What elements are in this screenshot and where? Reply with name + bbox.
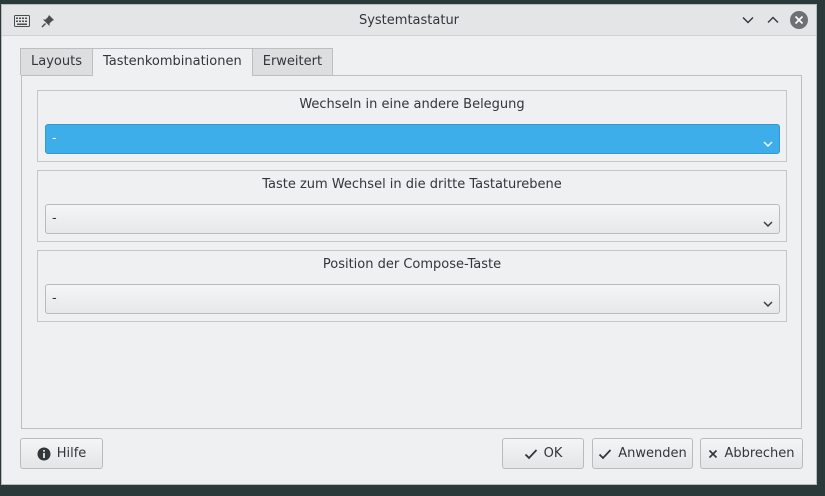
chevron-down-icon [762,293,774,307]
third-level-combobox[interactable]: - [45,204,780,234]
titlebar-right-controls [740,11,808,29]
group-title: Wechseln in eine andere Belegung [299,97,525,112]
titlebar[interactable]: Systemtastatur [2,5,816,36]
tab-shortcuts[interactable]: Tastenkombinationen [91,48,253,76]
maximize-icon[interactable] [765,12,781,28]
group-third-level: Taste zum Wechsel in die dritte Tastatur… [37,170,787,242]
minimize-icon[interactable] [740,12,756,28]
tab-layouts[interactable]: Layouts [20,48,93,75]
tab-panel: Wechseln in eine andere Belegung - Taste… [21,75,802,429]
close-icon[interactable] [790,11,808,29]
group-title: Taste zum Wechsel in die dritte Tastatur… [262,177,562,192]
cancel-label: Abbrechen [724,446,795,461]
cancel-button[interactable]: Abbrechen [700,438,803,469]
info-icon [37,447,51,461]
tab-advanced[interactable]: Erweitert [251,48,334,75]
tab-bar: Layouts Tastenkombinationen Erweitert [20,48,334,76]
check-icon [524,448,538,460]
group-title: Position der Compose-Taste [322,257,502,272]
window-title: Systemtastatur [358,13,460,28]
combobox-value: - [52,211,57,226]
dialog-window: Systemtastatur Layouts Tastenkombination… [1,4,817,485]
x-icon [708,449,718,459]
apply-button[interactable]: Anwenden [592,438,693,469]
check-icon [598,448,612,460]
chevron-down-icon [762,213,774,227]
ok-label: OK [543,446,563,461]
combobox-value: - [52,291,57,306]
group-switch-layout: Wechseln in eine andere Belegung - [37,90,787,162]
combobox-value: - [52,131,57,146]
compose-key-combobox[interactable]: - [45,284,780,314]
ok-button[interactable]: OK [502,438,584,469]
help-label: Hilfe [56,446,87,461]
chevron-down-icon [762,133,774,147]
group-compose-key: Position der Compose-Taste - [37,250,787,322]
help-button[interactable]: Hilfe [20,438,103,469]
switch-layout-combobox[interactable]: - [45,124,780,154]
apply-label: Anwenden [618,446,687,461]
